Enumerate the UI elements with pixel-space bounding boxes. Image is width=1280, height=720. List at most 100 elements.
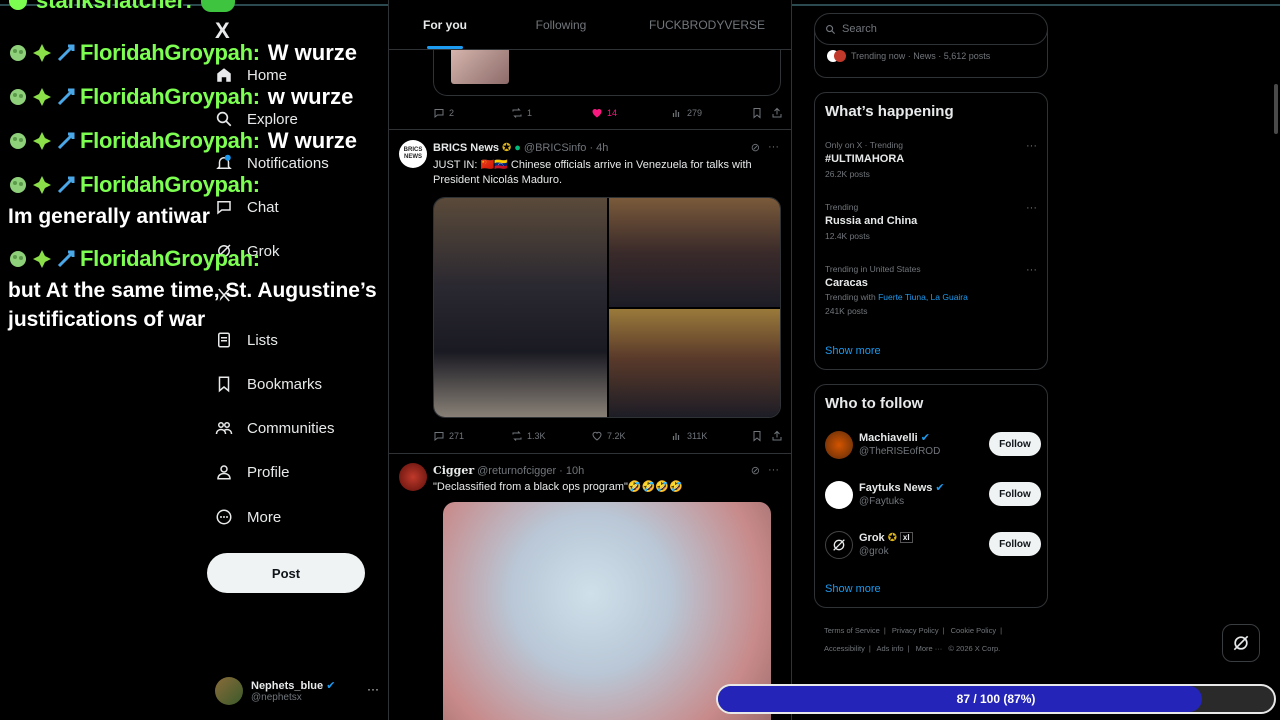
more-icon[interactable]: ···	[1026, 264, 1037, 276]
repost-button[interactable]: 1.3K	[511, 430, 546, 442]
author-handle[interactable]: @returnofcigger	[477, 465, 556, 477]
suggested-name[interactable]: Machiavelli ✔	[859, 431, 930, 445]
views-button[interactable]: 279	[671, 107, 702, 119]
grok-icon[interactable]: ⊘	[751, 464, 760, 477]
media-photo[interactable]	[609, 309, 780, 417]
account-name: Nephets_blue ✔	[251, 680, 336, 692]
who-to-follow-card: Who to follow Machiavelli ✔ @TheRISEofROD…	[814, 384, 1048, 608]
brain-badge-icon	[8, 87, 28, 107]
media-photo[interactable]	[609, 198, 780, 307]
nav-item-communities[interactable]: Communities	[215, 413, 335, 443]
footer-link[interactable]: Ads info	[876, 644, 903, 653]
chat-message: stankshatcher:	[8, 0, 235, 14]
author-name[interactable]: Cigger	[433, 464, 474, 477]
footer-link[interactable]: More ···	[916, 644, 943, 653]
progress-label: 87 / 100 (87%)	[956, 692, 1036, 706]
grok-floating-button[interactable]	[1222, 624, 1260, 662]
suggested-handle[interactable]: @Faytuks	[859, 496, 904, 507]
suggested-handle[interactable]: @grok	[859, 546, 889, 557]
chat-message: FloridahGroypah: W wurze	[8, 128, 357, 154]
trend-item[interactable]: Trending Russia and China 12.4K posts ··…	[825, 202, 1039, 241]
nav-item-bookmarks[interactable]: Bookmarks	[215, 369, 322, 399]
section-title: Who to follow	[825, 395, 924, 412]
brain-badge-icon	[8, 131, 28, 151]
chat-text: w wurze	[267, 84, 354, 109]
scrollbar[interactable]	[1272, 0, 1280, 720]
chat-username: FloridahGroypah:	[80, 84, 260, 109]
trending-now-row[interactable]: Trending now · News · 5,612 posts	[827, 50, 990, 62]
follow-button[interactable]: Follow	[989, 482, 1041, 506]
trending-now-card[interactable]: Trending now · News · 5,612 posts	[814, 30, 1048, 78]
views-button[interactable]: 311K	[671, 430, 707, 442]
reply-button[interactable]: 2	[433, 107, 454, 119]
diamond-badge-icon	[32, 131, 52, 151]
nav-item-more[interactable]: More	[215, 502, 281, 532]
like-button[interactable]: 14	[591, 107, 617, 119]
media-thumbnail[interactable]	[451, 44, 509, 84]
timestamp[interactable]: · 4h	[589, 142, 608, 154]
chat-text: justifications of war	[8, 308, 206, 331]
grok-icon[interactable]: ⊘	[751, 141, 760, 154]
views-icon	[672, 433, 680, 440]
affiliate-badge-icon: ●	[514, 141, 521, 154]
account-handle: @nephetsx	[251, 692, 302, 703]
nav-label: Bookmarks	[247, 375, 323, 393]
show-more-link[interactable]: Show more	[825, 345, 881, 357]
bookmark-button[interactable]	[751, 107, 763, 119]
follow-suggestion[interactable]: Grok ✪ xI @grok Follow	[825, 531, 1041, 565]
avatar	[215, 677, 243, 705]
more-icon[interactable]: ···	[768, 464, 779, 477]
grok-icon	[833, 539, 845, 551]
reply-button[interactable]: 271	[433, 430, 464, 442]
trend-link[interactable]: Fuerte Tiuna, La Guaira	[878, 292, 968, 302]
footer-link[interactable]: Accessibility	[824, 644, 865, 653]
footer-link[interactable]: Terms of Service	[824, 626, 880, 635]
follow-button[interactable]: Follow	[989, 532, 1041, 556]
nav-item-profile[interactable]: Profile	[215, 457, 290, 487]
tweet-media[interactable]	[433, 197, 781, 418]
more-icon[interactable]: ···	[1026, 202, 1037, 214]
follow-button[interactable]: Follow	[989, 432, 1041, 456]
show-more-link[interactable]: Show more	[825, 583, 881, 595]
suggested-name[interactable]: Grok ✪ xI	[859, 531, 913, 544]
trend-item[interactable]: Only on X · Trending #ULTIMAHORA 26.2K p…	[825, 140, 1039, 179]
more-icon[interactable]: ···	[367, 682, 379, 696]
post-button[interactable]: Post	[207, 553, 365, 593]
more-icon[interactable]: ···	[768, 141, 779, 154]
stream-chat-overlay: stankshatcher: FloridahGroypah: W wurze …	[0, 0, 380, 340]
goal-progress-bar: 87 / 100 (87%)	[716, 684, 1276, 714]
tab-following[interactable]: Following	[501, 0, 621, 50]
avatar[interactable]	[399, 463, 427, 491]
author-name[interactable]: BRICS News	[433, 142, 499, 154]
like-button[interactable]: 7.2K	[591, 430, 626, 442]
avatar[interactable]: BRICS NEWS	[399, 140, 427, 168]
bookmark-icon	[218, 376, 230, 393]
footer-link[interactable]: Cookie Policy	[951, 626, 996, 635]
follow-suggestion[interactable]: Faytuks News ✔ @Faytuks Follow	[825, 481, 1041, 515]
media-photo[interactable]	[434, 198, 607, 417]
timestamp[interactable]: · 10h	[559, 465, 584, 477]
author-handle[interactable]: @BRICSinfo	[524, 142, 587, 154]
follow-suggestion[interactable]: Machiavelli ✔ @TheRISEofROD Follow	[825, 431, 1041, 465]
avatar[interactable]	[825, 481, 853, 509]
communities-icon	[215, 422, 233, 435]
avatar[interactable]	[825, 531, 853, 559]
share-button[interactable]	[771, 107, 783, 119]
trend-item[interactable]: Trending in United States Caracas Trendi…	[825, 264, 1039, 316]
share-button[interactable]	[771, 430, 783, 442]
tab-custom-list[interactable]: FUCKBRODYVERSE	[621, 0, 791, 50]
share-icon	[772, 430, 782, 441]
chat-message: FloridahGroypah:	[8, 246, 260, 272]
suggested-handle[interactable]: @TheRISEofROD	[859, 446, 940, 457]
avatar[interactable]	[825, 431, 853, 459]
tab-for-you[interactable]: For you	[389, 0, 501, 50]
bookmark-button[interactable]	[751, 430, 763, 442]
suggested-name[interactable]: Faytuks News ✔	[859, 481, 945, 495]
more-circle-icon	[216, 509, 232, 525]
brain-badge-icon	[8, 175, 28, 195]
scroll-thumb[interactable]	[1274, 84, 1278, 134]
repost-button[interactable]: 1	[511, 107, 532, 119]
more-icon[interactable]: ···	[1026, 140, 1037, 152]
account-switcher[interactable]: Nephets_blue ✔ @nephetsx ···	[215, 674, 385, 708]
footer-link[interactable]: Privacy Policy	[892, 626, 939, 635]
